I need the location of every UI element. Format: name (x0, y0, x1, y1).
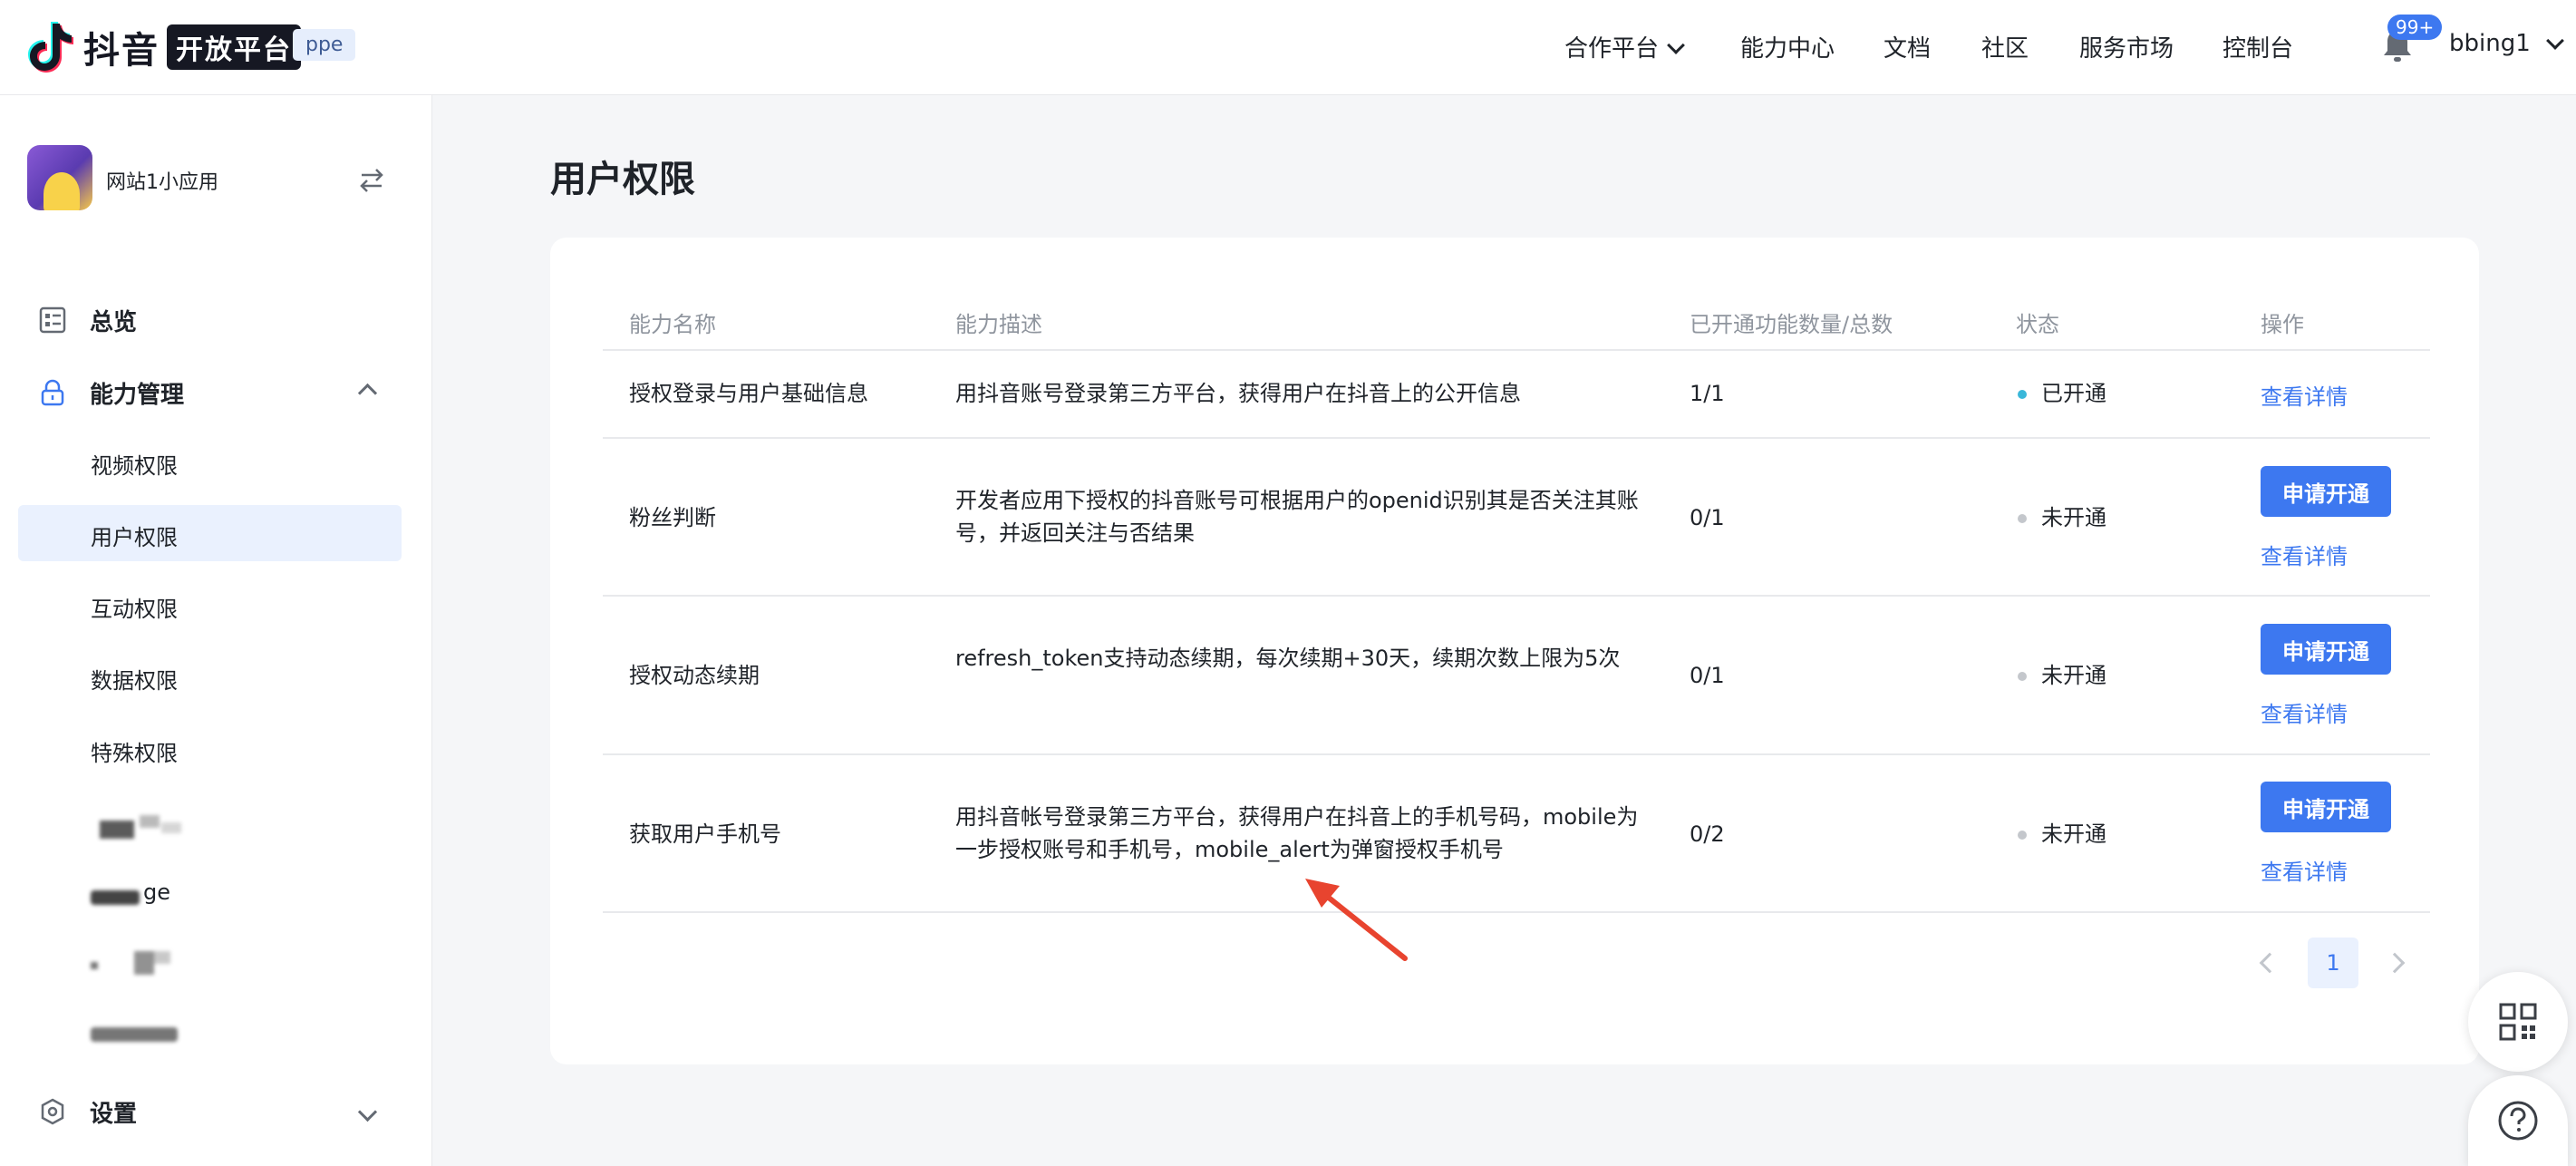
table-divider (603, 911, 2430, 913)
logo-text: 抖音 (83, 30, 160, 72)
th-status: 状态 (2016, 312, 2059, 337)
status-dot-enabled (2018, 390, 2027, 399)
dashboard-icon (39, 306, 66, 334)
nav-service-market[interactable]: 服务市场 (2079, 30, 2174, 63)
view-details-link[interactable]: 查看详情 (2261, 854, 2348, 886)
row-count: 0/1 (1690, 505, 1725, 530)
annotation-arrow-icon (1305, 879, 1408, 961)
th-capability-name: 能力名称 (629, 312, 716, 337)
row-status: 未开通 (2041, 821, 2106, 847)
switch-app-icon[interactable] (358, 168, 385, 193)
help-button[interactable] (2468, 1075, 2568, 1166)
sidebar-item-interaction[interactable]: 互动权限 (18, 577, 402, 633)
sidebar-item-special[interactable]: 特殊权限 (18, 721, 402, 777)
menu-settings[interactable]: 设置 (0, 1084, 432, 1139)
row-desc: 开发者应用下授权的抖音账号可根据用户的openid识别其是否关注其账号，并返回关… (955, 488, 1639, 546)
view-details-link[interactable]: 查看详情 (2261, 379, 2348, 411)
chevron-down-icon (1667, 36, 1685, 54)
douyin-open-platform-logo[interactable]: 抖音 开放平台 (27, 18, 301, 76)
username[interactable]: bbing1 (2449, 30, 2531, 57)
sidebar-item-data[interactable]: 数据权限 (18, 648, 402, 704)
row-desc: 用抖音帐号登录第三方平台，获得用户在抖音上的手机号码，mobile为一步授权账号… (955, 804, 1639, 862)
view-details-link[interactable]: 查看详情 (2261, 539, 2348, 570)
app-name: 网站1小应用 (106, 171, 218, 194)
view-details-link[interactable]: 查看详情 (2261, 696, 2348, 728)
th-actions: 操作 (2261, 312, 2304, 337)
nav-community[interactable]: 社区 (1981, 30, 2029, 63)
settings-hexagon-icon (41, 1098, 64, 1125)
app-avatar (27, 145, 92, 210)
status-dot-disabled (2018, 514, 2027, 523)
row-count: 1/1 (1690, 381, 1725, 406)
blurred-menu-item[interactable] (87, 947, 178, 978)
sidebar: 网站1小应用 总览 能力管理 视频权限 用户权限 互动权限 数据权限 特殊权限 … (0, 95, 432, 1166)
menu-capability-management[interactable]: 能力管理 (0, 365, 432, 420)
row-count: 0/1 (1690, 663, 1725, 688)
blurred-menu-item[interactable] (87, 1018, 187, 1049)
env-badge: ppe (293, 29, 356, 61)
notification-badge: 99+ (2387, 15, 2443, 40)
nav-label: 合作平台 (1564, 35, 1660, 63)
sidebar-item-label: 用户权限 (91, 525, 178, 550)
row-desc: refresh_token支持动态续期，每次续期+30天，续期次数上限为5次 (955, 646, 1621, 671)
table-divider (603, 437, 2430, 439)
table-divider (603, 753, 2430, 755)
blurred-menu-item[interactable]: ge (87, 879, 205, 910)
row-desc: 用抖音账号登录第三方平台，获得用户在抖音上的公开信息 (955, 381, 1521, 406)
nav-console[interactable]: 控制台 (2223, 30, 2293, 63)
page-number-current[interactable]: 1 (2308, 938, 2358, 988)
apply-button[interactable]: 申请开通 (2261, 624, 2391, 675)
help-icon (2498, 1101, 2538, 1141)
sidebar-item-label: 视频权限 (91, 453, 178, 479)
chevron-down-icon[interactable] (2546, 32, 2564, 50)
row-status: 未开通 (2041, 505, 2106, 530)
row-status: 未开通 (2041, 663, 2106, 688)
sidebar-item-label: 数据权限 (91, 668, 178, 694)
menu-overview[interactable]: 总览 (0, 293, 432, 347)
apply-button[interactable]: 申请开通 (2261, 466, 2391, 517)
row-name: 授权动态续期 (629, 663, 760, 688)
th-capability-desc: 能力描述 (955, 312, 1042, 337)
douyin-logo-icon (28, 22, 73, 73)
row-status: 已开通 (2041, 381, 2106, 406)
blurred-item-partial-text: ge (143, 879, 170, 905)
menu-capability-label: 能力管理 (90, 381, 185, 409)
blur-mask-icon (91, 890, 140, 905)
table-divider (603, 349, 2430, 351)
nav-docs[interactable]: 文档 (1884, 30, 1931, 63)
chevron-up-icon (357, 383, 378, 403)
sidebar-item-user[interactable]: 用户权限 (18, 505, 402, 561)
qr-code-button[interactable] (2468, 972, 2568, 1072)
menu-settings-label: 设置 (90, 1100, 138, 1128)
sidebar-item-video[interactable]: 视频权限 (18, 433, 402, 490)
status-dot-disabled (2018, 831, 2027, 840)
status-dot-disabled (2018, 672, 2027, 681)
row-name: 授权登录与用户基础信息 (629, 381, 868, 406)
row-name: 粉丝判断 (629, 505, 716, 530)
lock-icon (41, 379, 64, 406)
nav-capability-center[interactable]: 能力中心 (1740, 30, 1835, 63)
blurred-menu-item[interactable] (87, 811, 187, 842)
apply-button[interactable]: 申请开通 (2261, 782, 2391, 832)
nav-partner-platform[interactable]: 合作平台 (1564, 30, 1685, 63)
menu-overview-label: 总览 (90, 308, 138, 336)
page-title: 用户权限 (550, 159, 695, 200)
top-header: 抖音 开放平台 ppe 合作平台 能力中心 文档 社区 服务市场 控制台 99+… (0, 0, 2576, 95)
row-name: 获取用户手机号 (629, 821, 781, 847)
table-divider (603, 595, 2430, 597)
row-count: 0/2 (1690, 821, 1725, 847)
logo-box-text: 开放平台 (167, 24, 301, 70)
chevron-down-icon (357, 1102, 378, 1122)
sidebar-item-label: 特殊权限 (91, 741, 178, 766)
sidebar-item-label: 互动权限 (91, 597, 178, 622)
qr-code-icon (2499, 1003, 2537, 1041)
th-enabled-count: 已开通功能数量/总数 (1690, 312, 1893, 337)
